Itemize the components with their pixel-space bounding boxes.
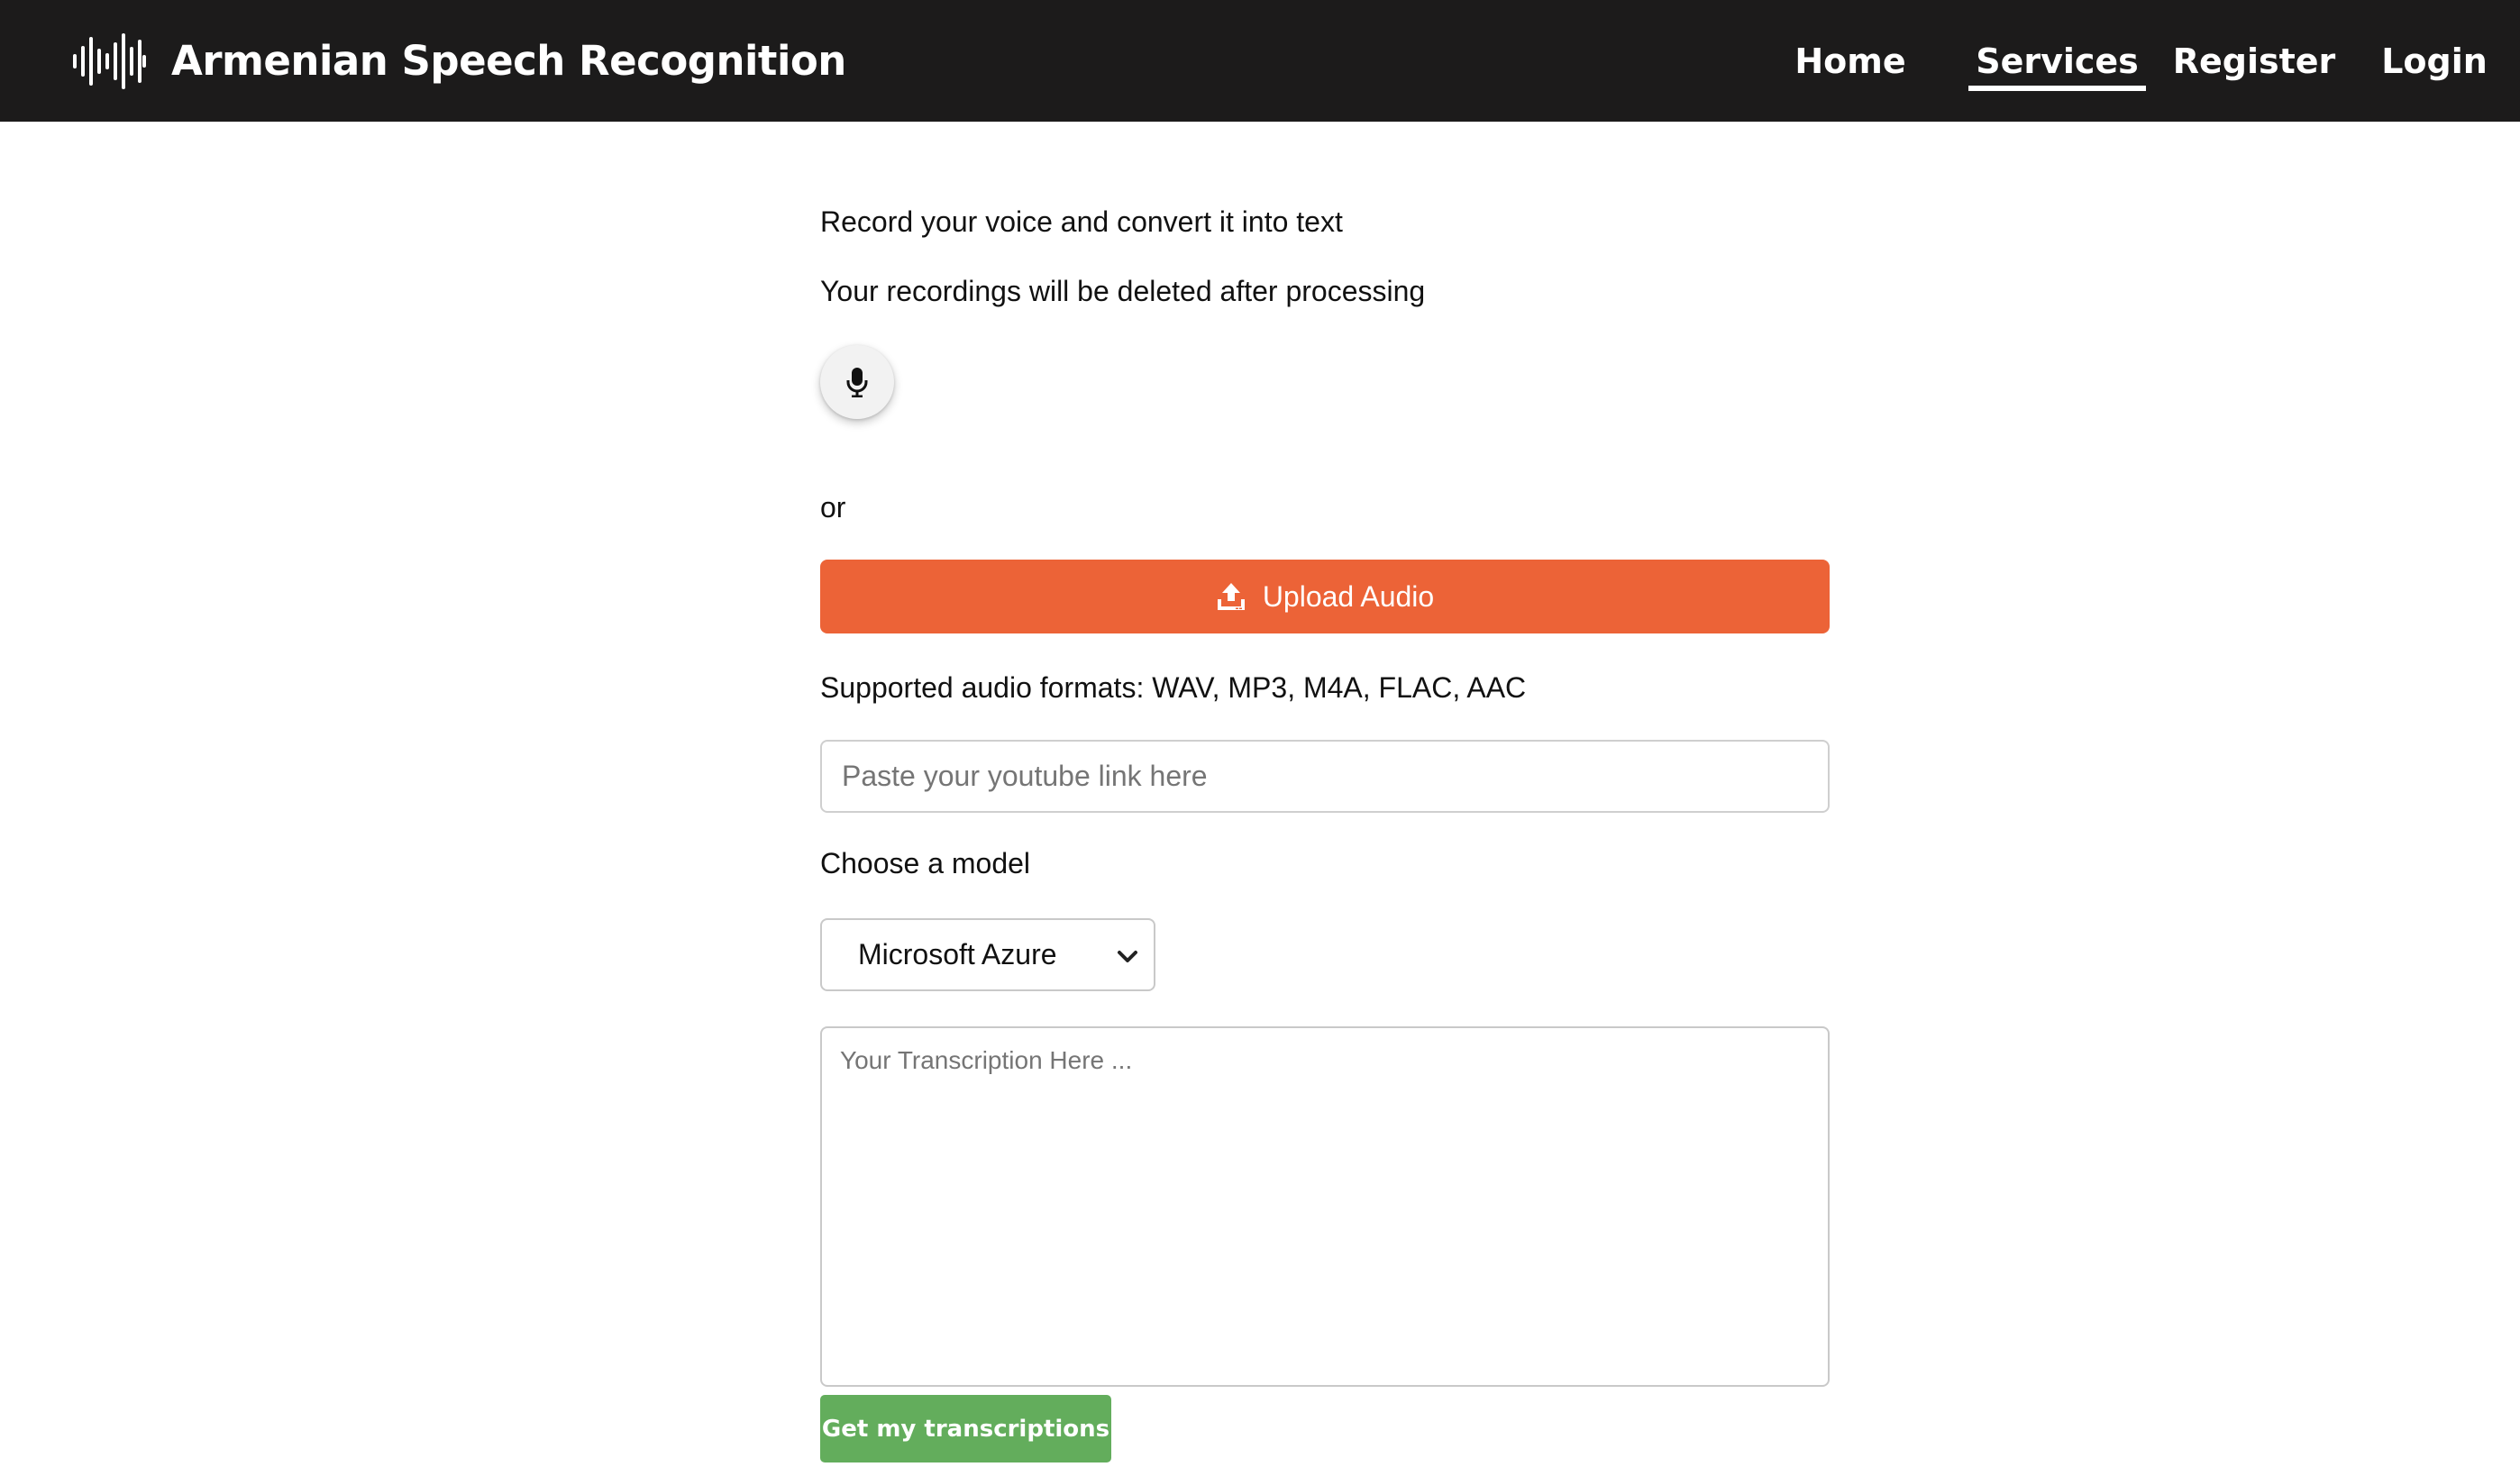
upload-icon [1216,581,1246,612]
brand-logo-link[interactable]: Armenian Speech Recognition [72,0,846,122]
upload-audio-button[interactable]: Upload Audio [820,560,1830,633]
top-navbar: Armenian Speech Recognition Home Service… [0,0,2520,122]
get-transcriptions-button[interactable]: Get my transcriptions [820,1395,1111,1462]
or-separator: or [820,491,846,524]
model-select[interactable]: Microsoft Azure [820,918,1155,991]
privacy-note: Your recordings will be deleted after pr… [820,275,1426,307]
supported-formats-text: Supported audio formats: WAV, MP3, M4A, … [820,671,1527,704]
record-button[interactable] [820,345,894,419]
microphone-icon [846,368,868,397]
submit-button-label: Get my transcriptions [821,1415,1110,1443]
nav-services[interactable]: Services [1968,0,2146,122]
transcription-textarea[interactable] [820,1026,1830,1387]
model-label: Choose a model [820,847,1031,879]
intro-text: Record your voice and convert it into te… [820,205,1343,238]
model-select-value: Microsoft Azure [858,938,1057,970]
nav-home[interactable]: Home [1778,0,1922,122]
nav-register[interactable]: Register [2168,0,2340,122]
chevron-down-icon [1118,951,1137,962]
youtube-link-input[interactable] [820,740,1830,813]
sound-wave-icon [73,32,146,89]
nav-login[interactable]: Login [2376,0,2493,122]
brand-title: Armenian Speech Recognition [171,37,846,85]
upload-button-label: Upload Audio [1262,579,1435,613]
